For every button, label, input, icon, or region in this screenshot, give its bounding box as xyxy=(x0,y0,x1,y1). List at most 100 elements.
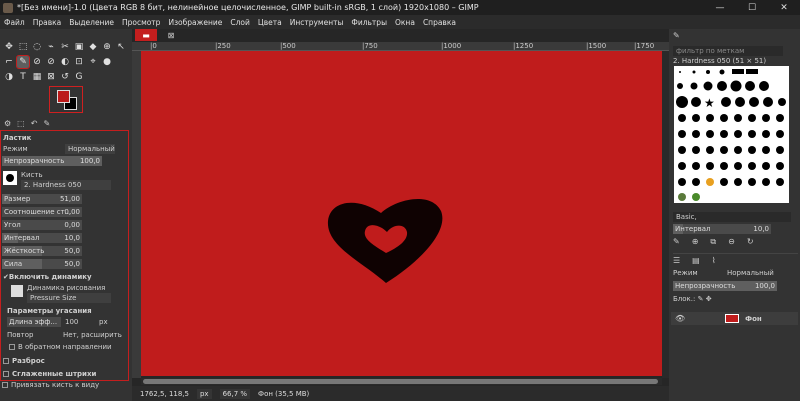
delete-brush-icon[interactable]: ⊖ xyxy=(728,237,735,247)
menu-colors[interactable]: Цвета xyxy=(254,18,286,27)
brush-name[interactable]: 2. Hardness 050 xyxy=(21,180,111,190)
aspect-ratio-slider[interactable]: Соотношение ст... 0,00 xyxy=(2,207,82,217)
ruler-label: |0 xyxy=(150,42,157,50)
menu-help[interactable]: Справка xyxy=(419,18,460,27)
fuzzy-select-tool-icon[interactable]: ⌁ xyxy=(45,41,57,53)
undo-history-tab-icon[interactable]: ↶ xyxy=(31,119,38,128)
measure-tool-icon[interactable]: ⌖ xyxy=(87,56,99,68)
warp-tool-icon[interactable]: ⊕ xyxy=(101,41,113,53)
zoom-select[interactable]: 66,7 % xyxy=(219,388,251,399)
lock-position-icon[interactable]: ✥ xyxy=(706,295,712,303)
spacing-slider[interactable]: Интервал 10,0 xyxy=(2,233,82,243)
dynamics-checkbox[interactable]: ✔ Включить динамику xyxy=(3,272,92,282)
menu-image[interactable]: Изображение xyxy=(164,18,226,27)
rect-select-tool-icon[interactable]: ⬚ xyxy=(17,41,29,53)
hardness-slider[interactable]: Жёсткость 50,0 xyxy=(2,246,82,256)
layers-mode-select[interactable]: Нормальный xyxy=(727,269,774,277)
scatter-checkbox[interactable]: Разброс xyxy=(3,356,45,366)
scissors-tool-icon[interactable]: ✂ xyxy=(59,41,71,53)
minimize-button[interactable]: — xyxy=(704,0,736,15)
image-tab-thumbnail[interactable]: ▬ xyxy=(135,29,157,41)
duplicate-brush-icon[interactable]: ⧉ xyxy=(710,237,716,247)
color-picker-tool-icon[interactable]: ● xyxy=(101,56,113,68)
mode-select[interactable]: Нормальный xyxy=(65,144,115,154)
reverse-checkbox[interactable]: В обратном направлении xyxy=(9,342,112,352)
force-slider[interactable]: Сила 50,0 xyxy=(2,259,82,269)
gegl-tool-icon[interactable]: G xyxy=(73,71,85,83)
crop-tool-icon[interactable]: ▣ xyxy=(73,41,85,53)
horizontal-scrollbar[interactable] xyxy=(141,378,662,385)
menu-select[interactable]: Выделение xyxy=(65,18,118,27)
transform-tool-icon[interactable]: ◆ xyxy=(87,41,99,53)
menu-windows[interactable]: Окна xyxy=(391,18,419,27)
gradient-tool-icon[interactable]: ▦ xyxy=(31,71,43,83)
menu-file[interactable]: Файл xyxy=(0,18,29,27)
menu-filters[interactable]: Фильтры xyxy=(347,18,391,27)
dodge-burn-tool-icon[interactable]: ◑ xyxy=(3,71,15,83)
new-brush-icon[interactable]: ⊕ xyxy=(692,237,699,247)
size-slider[interactable]: Размер 51,00 xyxy=(2,194,82,204)
brush-filter-input[interactable]: фильтр по меткам xyxy=(673,46,783,56)
paths-tab-icon[interactable]: ⌇ xyxy=(712,256,716,265)
refresh-brushes-icon[interactable]: ↻ xyxy=(747,237,754,247)
size-label: Размер xyxy=(4,195,31,203)
lock-label: Блок.: xyxy=(673,295,696,303)
layers-tab-icon[interactable]: ☰ xyxy=(673,256,680,265)
menu-tools[interactable]: Инструменты xyxy=(286,18,348,27)
unit-select[interactable]: px xyxy=(196,388,212,399)
opacity-slider[interactable]: Непрозрачность 100,0 xyxy=(2,156,102,166)
tool-options-title: Ластик xyxy=(3,134,32,142)
menu-view[interactable]: Просмотр xyxy=(118,18,165,27)
fade-length-slider[interactable]: Длина эфф... xyxy=(7,317,61,327)
hscroll-thumb[interactable] xyxy=(143,379,658,384)
brush-grid[interactable]: ★ xyxy=(674,66,789,203)
channels-tab-icon[interactable]: ▤ xyxy=(692,256,700,265)
ink-tool-icon[interactable]: ⌐ xyxy=(3,56,15,68)
device-status-tab-icon[interactable]: ⬚ xyxy=(17,119,25,128)
edit-brush-icon[interactable]: ✎ xyxy=(673,237,680,247)
align-tool-icon[interactable]: ⊠ xyxy=(45,71,57,83)
dynamics-caption: Динамика рисования xyxy=(27,284,106,292)
images-tab-icon[interactable]: ✎ xyxy=(43,119,50,128)
angle-slider[interactable]: Угол 0,00 xyxy=(2,220,82,230)
smudge-tool-icon[interactable]: ◐ xyxy=(59,56,71,68)
lock-brush-check-icon xyxy=(2,382,8,388)
horizontal-ruler: |0 |250 |500 |750 |1000 |1250 |1500 |175… xyxy=(132,42,669,51)
menu-edit[interactable]: Правка xyxy=(29,18,66,27)
lock-brush-checkbox[interactable]: Привязать кисть к виду xyxy=(2,380,99,390)
brushes-tab-icon[interactable]: ✎ xyxy=(673,31,680,40)
fade-unit-select[interactable]: px xyxy=(99,317,108,327)
bucket-fill-tool-icon[interactable]: ⊡ xyxy=(73,56,85,68)
eraser-tool-icon[interactable]: ✎ xyxy=(16,55,30,69)
lock-pixels-icon[interactable]: ✎ xyxy=(698,295,704,303)
lasso-tool-icon[interactable]: ◌ xyxy=(31,41,43,53)
text-tool-icon[interactable]: T xyxy=(17,71,29,83)
vertical-scrollbar[interactable] xyxy=(662,51,669,378)
brush-preview[interactable] xyxy=(3,171,17,185)
image-canvas[interactable] xyxy=(141,51,662,376)
heal-tool-icon[interactable]: ⊘ xyxy=(31,56,43,68)
fade-length-value[interactable]: 100 xyxy=(65,317,78,327)
pointer-tool-icon[interactable]: ↖ xyxy=(115,41,127,53)
menu-layer[interactable]: Слой xyxy=(226,18,254,27)
maximize-button[interactable]: ☐ xyxy=(736,0,768,15)
dynamics-preview-icon[interactable] xyxy=(11,285,23,297)
repeat-select[interactable]: Нет, расширить xyxy=(63,330,122,340)
clone-tool-icon[interactable]: ⊘ xyxy=(45,56,57,68)
visibility-eye-icon[interactable]: 👁 xyxy=(675,314,685,323)
layer-row[interactable]: 👁 Фон xyxy=(671,312,798,325)
tool-options-tab-icon[interactable]: ⚙ xyxy=(4,119,11,128)
close-tab-icon[interactable]: ⊠ xyxy=(160,29,182,41)
layer-opacity-slider[interactable]: Непрозрачность 100,0 xyxy=(673,281,777,291)
brush-preset-select[interactable]: Basic, xyxy=(673,212,791,222)
dynamics-select[interactable]: Pressure Size xyxy=(27,293,111,303)
move-tool-icon[interactable]: ✥ xyxy=(3,41,15,53)
force-label: Сила xyxy=(4,260,23,268)
angle-value: 0,00 xyxy=(64,221,80,229)
foreground-color-swatch[interactable] xyxy=(57,90,70,103)
ruler-label: |500 xyxy=(280,42,296,50)
brush-spacing-slider[interactable]: Интервал 10,0 xyxy=(673,224,771,234)
smooth-checkbox[interactable]: Сглаженные штрихи xyxy=(3,369,96,379)
close-button[interactable]: ✕ xyxy=(768,0,800,15)
rotate-tool-icon[interactable]: ↺ xyxy=(59,71,71,83)
